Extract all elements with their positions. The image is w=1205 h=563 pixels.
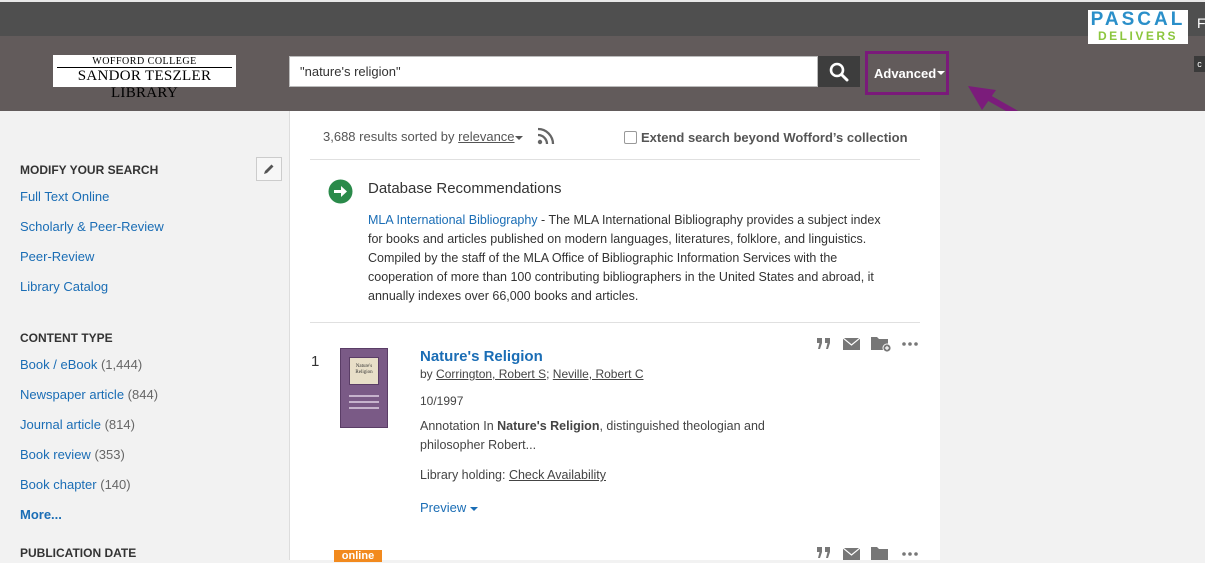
email-icon[interactable] bbox=[843, 338, 860, 350]
filter-peer-review[interactable]: Peer-Review bbox=[20, 249, 94, 264]
more-options-icon[interactable] bbox=[902, 342, 918, 346]
modify-search-heading: MODIFY YOUR SEARCH bbox=[20, 163, 159, 177]
content-type-item[interactable]: Journal article (814) bbox=[20, 417, 135, 432]
annotation-text: Annotation In bbox=[420, 419, 498, 433]
recommendation-text: cooperation of more than 100 contributin… bbox=[368, 270, 874, 284]
content-type-heading: CONTENT TYPE bbox=[20, 331, 113, 345]
results-count: 3,688 results sorted by relevance bbox=[323, 129, 523, 144]
pascal-delivers-logo[interactable]: PASCAL DELIVERS bbox=[1088, 10, 1188, 44]
by-label: by bbox=[420, 367, 433, 381]
top-bar bbox=[0, 0, 1205, 36]
content-type-item[interactable]: Book chapter (140) bbox=[20, 477, 131, 492]
content-type-item[interactable]: Book / eBook (1,444) bbox=[20, 357, 142, 372]
sort-dropdown[interactable]: relevance bbox=[458, 129, 514, 144]
recommendation-text: - The MLA International Bibliography pro… bbox=[537, 213, 881, 227]
edit-search-button[interactable] bbox=[256, 157, 282, 181]
partner-logo-line2: DELIVERS bbox=[1097, 29, 1178, 43]
content-type-item[interactable]: Book review (353) bbox=[20, 447, 125, 462]
holding-label: Library holding: bbox=[420, 468, 506, 482]
right-pane bbox=[940, 111, 1205, 560]
top-bar-truncated-text: F bbox=[1197, 15, 1205, 31]
filter-scholarly-peer-review[interactable]: Scholarly & Peer-Review bbox=[20, 219, 164, 234]
results-panel bbox=[289, 111, 941, 560]
annotation-highlight: Nature's Religion bbox=[497, 419, 600, 433]
preview-button[interactable]: Preview bbox=[420, 500, 478, 515]
save-folder-icon[interactable] bbox=[871, 335, 892, 353]
cite-quote-icon[interactable] bbox=[816, 337, 832, 351]
caret-down-icon bbox=[514, 136, 523, 140]
publication-date-heading: PUBLICATION DATE bbox=[20, 546, 137, 560]
rss-icon[interactable] bbox=[537, 127, 555, 145]
content-type-label: Newspaper article bbox=[20, 387, 125, 402]
result-annotation: Annotation In Nature's Religion, disting… bbox=[420, 417, 820, 455]
logo-library: SANDOR TESZLER LIBRARY bbox=[57, 67, 232, 102]
database-recommendations-heading: Database Recommendations bbox=[368, 180, 562, 197]
recommendation-text: annually indexes over 66,000 books and a… bbox=[368, 289, 639, 303]
result-title-link[interactable]: Nature's Religion bbox=[420, 348, 543, 365]
truncated-header-button[interactable]: c bbox=[1194, 56, 1205, 72]
arrow-right-circle-icon bbox=[328, 179, 353, 204]
email-icon[interactable] bbox=[843, 548, 860, 560]
library-holding: Library holding: Check Availability bbox=[420, 468, 606, 482]
result-date: 10/1997 bbox=[420, 394, 464, 408]
annotation-text: philosopher Robert... bbox=[420, 438, 537, 452]
search-button[interactable] bbox=[818, 56, 860, 87]
search-input[interactable] bbox=[289, 56, 818, 87]
content-type-count: (353) bbox=[94, 447, 125, 462]
save-folder-icon[interactable] bbox=[871, 545, 892, 563]
recommendation-text: for books and articles published on mode… bbox=[368, 232, 867, 246]
preview-label: Preview bbox=[420, 500, 467, 515]
content-type-item[interactable]: Newspaper article (844) bbox=[20, 387, 158, 402]
recommendation-text: Compiled by the staff of the MLA Office … bbox=[368, 251, 838, 265]
recommendation-description: MLA International Bibliography - The MLA… bbox=[368, 211, 913, 306]
content-type-count: (814) bbox=[104, 417, 135, 432]
partner-logo-line1: PASCAL bbox=[1090, 9, 1186, 30]
filter-library-catalog[interactable]: Library Catalog bbox=[20, 279, 108, 294]
content-type-label: Book review bbox=[20, 447, 91, 462]
content-type-count: (140) bbox=[100, 477, 131, 492]
result-number: 1 bbox=[311, 353, 320, 370]
advanced-search-button[interactable]: Advanced bbox=[865, 51, 949, 95]
more-options-icon[interactable] bbox=[902, 552, 918, 556]
author-link[interactable]: Corrington, Robert S bbox=[436, 367, 546, 381]
cover-title-line2: Religion bbox=[355, 370, 373, 375]
caret-down-icon bbox=[469, 507, 478, 511]
content-type-label: Journal article bbox=[20, 417, 101, 432]
content-type-count: (844) bbox=[127, 387, 159, 402]
content-type-count: (1,444) bbox=[100, 357, 143, 372]
result-authors: by Corrington, Robert S; Neville, Robert… bbox=[420, 367, 643, 381]
online-badge: online bbox=[334, 550, 382, 562]
annotation-text: , distinguished theologian and bbox=[599, 419, 765, 433]
logo-college: WOFFORD COLLEGE bbox=[92, 56, 197, 67]
mla-bibliography-link[interactable]: MLA International Bibliography bbox=[368, 213, 538, 227]
extend-search-checkbox[interactable] bbox=[624, 131, 637, 144]
more-content-types-link[interactable]: More... bbox=[20, 507, 62, 522]
library-logo[interactable]: WOFFORD COLLEGE SANDOR TESZLER LIBRARY bbox=[53, 55, 236, 101]
author-link[interactable]: Neville, Robert C bbox=[553, 367, 644, 381]
filter-full-text-online[interactable]: Full Text Online bbox=[20, 189, 109, 204]
search-icon bbox=[829, 62, 849, 81]
caret-down-icon bbox=[937, 71, 946, 75]
content-type-label: Book / eBook bbox=[20, 357, 98, 372]
book-cover[interactable]: Nature's Religion bbox=[340, 348, 388, 428]
cite-quote-icon[interactable] bbox=[816, 546, 832, 560]
advanced-label: Advanced bbox=[874, 65, 937, 81]
divider bbox=[310, 159, 920, 160]
divider bbox=[310, 322, 920, 323]
check-availability-link[interactable]: Check Availability bbox=[509, 468, 606, 482]
content-type-label: Book chapter bbox=[20, 477, 97, 492]
extend-search-label[interactable]: Extend search beyond Wofford’s collectio… bbox=[641, 130, 908, 145]
author-separator: ; bbox=[546, 367, 550, 381]
pencil-icon bbox=[264, 164, 274, 174]
results-count-text: 3,688 results sorted by bbox=[323, 129, 455, 144]
